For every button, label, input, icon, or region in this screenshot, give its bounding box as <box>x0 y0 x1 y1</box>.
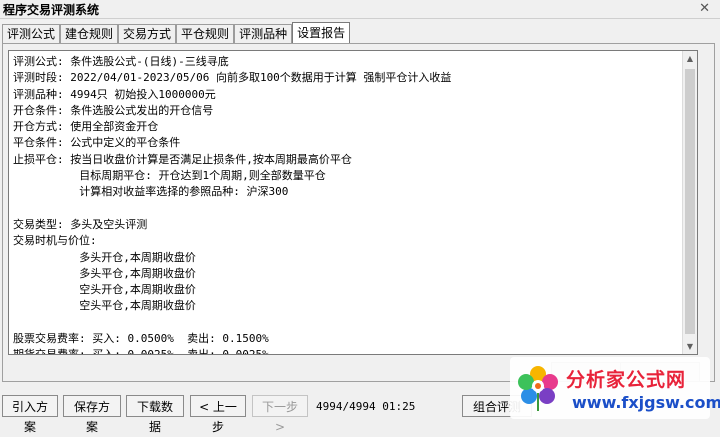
vertical-scrollbar[interactable]: ▲ ▼ <box>682 51 697 354</box>
tab-panel: 评测公式: 条件选股公式-(日线)-三线寻底评测时段: 2022/04/01-2… <box>2 43 715 382</box>
report-line <box>13 315 683 331</box>
report-line: 评测时段: 2022/04/01-2023/05/06 向前多取100个数据用于… <box>13 71 452 85</box>
tab-close-rules[interactable]: 平仓规则 <box>176 24 235 44</box>
import-plan-button[interactable]: 引入方案 <box>2 395 58 434</box>
prev-step-button[interactable]: < 上一步 <box>190 395 246 434</box>
next-step-button[interactable]: 下一步 > <box>252 395 308 434</box>
flower-logo-icon <box>518 366 558 411</box>
report-line: 评测品种: 4994只 初始投入1000000元 <box>13 87 216 101</box>
report-line <box>13 201 683 217</box>
title-bar: 程序交易评测系统 ✕ <box>0 0 720 19</box>
report-textbox[interactable]: 评测公式: 条件选股公式-(日线)-三线寻底评测时段: 2022/04/01-2… <box>8 50 698 355</box>
report-line: 空头平仓,本周期收盘价 <box>13 299 196 313</box>
report-line: 空头开仓,本周期收盘价 <box>13 283 196 297</box>
watermark-logo: 分析家公式网 www.fxjgsw.com <box>510 357 720 419</box>
report-line: 目标周期平仓: 开仓达到1个周期,则全部数量平仓 <box>13 169 326 183</box>
report-line: 评测公式: 条件选股公式-(日线)-三线寻底 <box>13 55 229 68</box>
tab-strip: 评测公式 建仓规则 交易方式 平仓规则 评测品种 设置报告 <box>2 22 351 44</box>
tab-instruments[interactable]: 评测品种 <box>234 24 293 44</box>
report-line: 平仓条件: 公式中定义的平仓条件 <box>13 136 181 150</box>
report-line: 计算相对收益率选择的参照品种: 沪深300 <box>13 185 289 199</box>
download-data-button[interactable]: 下载数据 <box>126 395 184 434</box>
watermark-name: 分析家公式网 <box>566 369 687 391</box>
progress-status: 4994/4994 01:25 <box>316 400 416 413</box>
report-line: 开仓条件: 条件选股公式发出的开仓信号 <box>13 103 214 117</box>
report-line: 交易类型: 多头及空头评测 <box>13 217 148 231</box>
report-line: 开仓方式: 使用全部资金开仓 <box>13 120 159 134</box>
tab-formula[interactable]: 评测公式 <box>2 24 61 44</box>
report-line: 多头平仓,本周期收盘价 <box>13 266 196 280</box>
scroll-up-icon[interactable]: ▲ <box>683 51 697 66</box>
window-title: 程序交易评测系统 <box>3 3 100 17</box>
report-line: 交易时机与价位: <box>13 234 97 248</box>
tab-report-settings[interactable]: 设置报告 <box>292 22 351 44</box>
report-text: 评测公式: 条件选股公式-(日线)-三线寻底评测时段: 2022/04/01-2… <box>13 54 683 355</box>
tab-open-rules[interactable]: 建仓规则 <box>60 24 119 44</box>
watermark-url: www.fxjgsw.com <box>572 393 720 412</box>
scroll-down-icon[interactable]: ▼ <box>683 339 697 354</box>
report-line: 多头开仓,本周期收盘价 <box>13 250 196 264</box>
tab-trade-mode[interactable]: 交易方式 <box>118 24 177 44</box>
report-line: 止损平仓: 按当日收盘价计算是否满足止损条件,按本周期最高价平仓 <box>13 152 352 166</box>
report-line: 期货交易费率: 买入: 0.0025% 卖出: 0.0025% <box>13 348 269 355</box>
scroll-thumb[interactable] <box>685 69 695 334</box>
report-line: 股票交易费率: 买入: 0.0500% 卖出: 0.1500% <box>13 332 269 346</box>
save-plan-button[interactable]: 保存方案 <box>63 395 121 434</box>
close-icon[interactable]: ✕ <box>699 1 710 16</box>
